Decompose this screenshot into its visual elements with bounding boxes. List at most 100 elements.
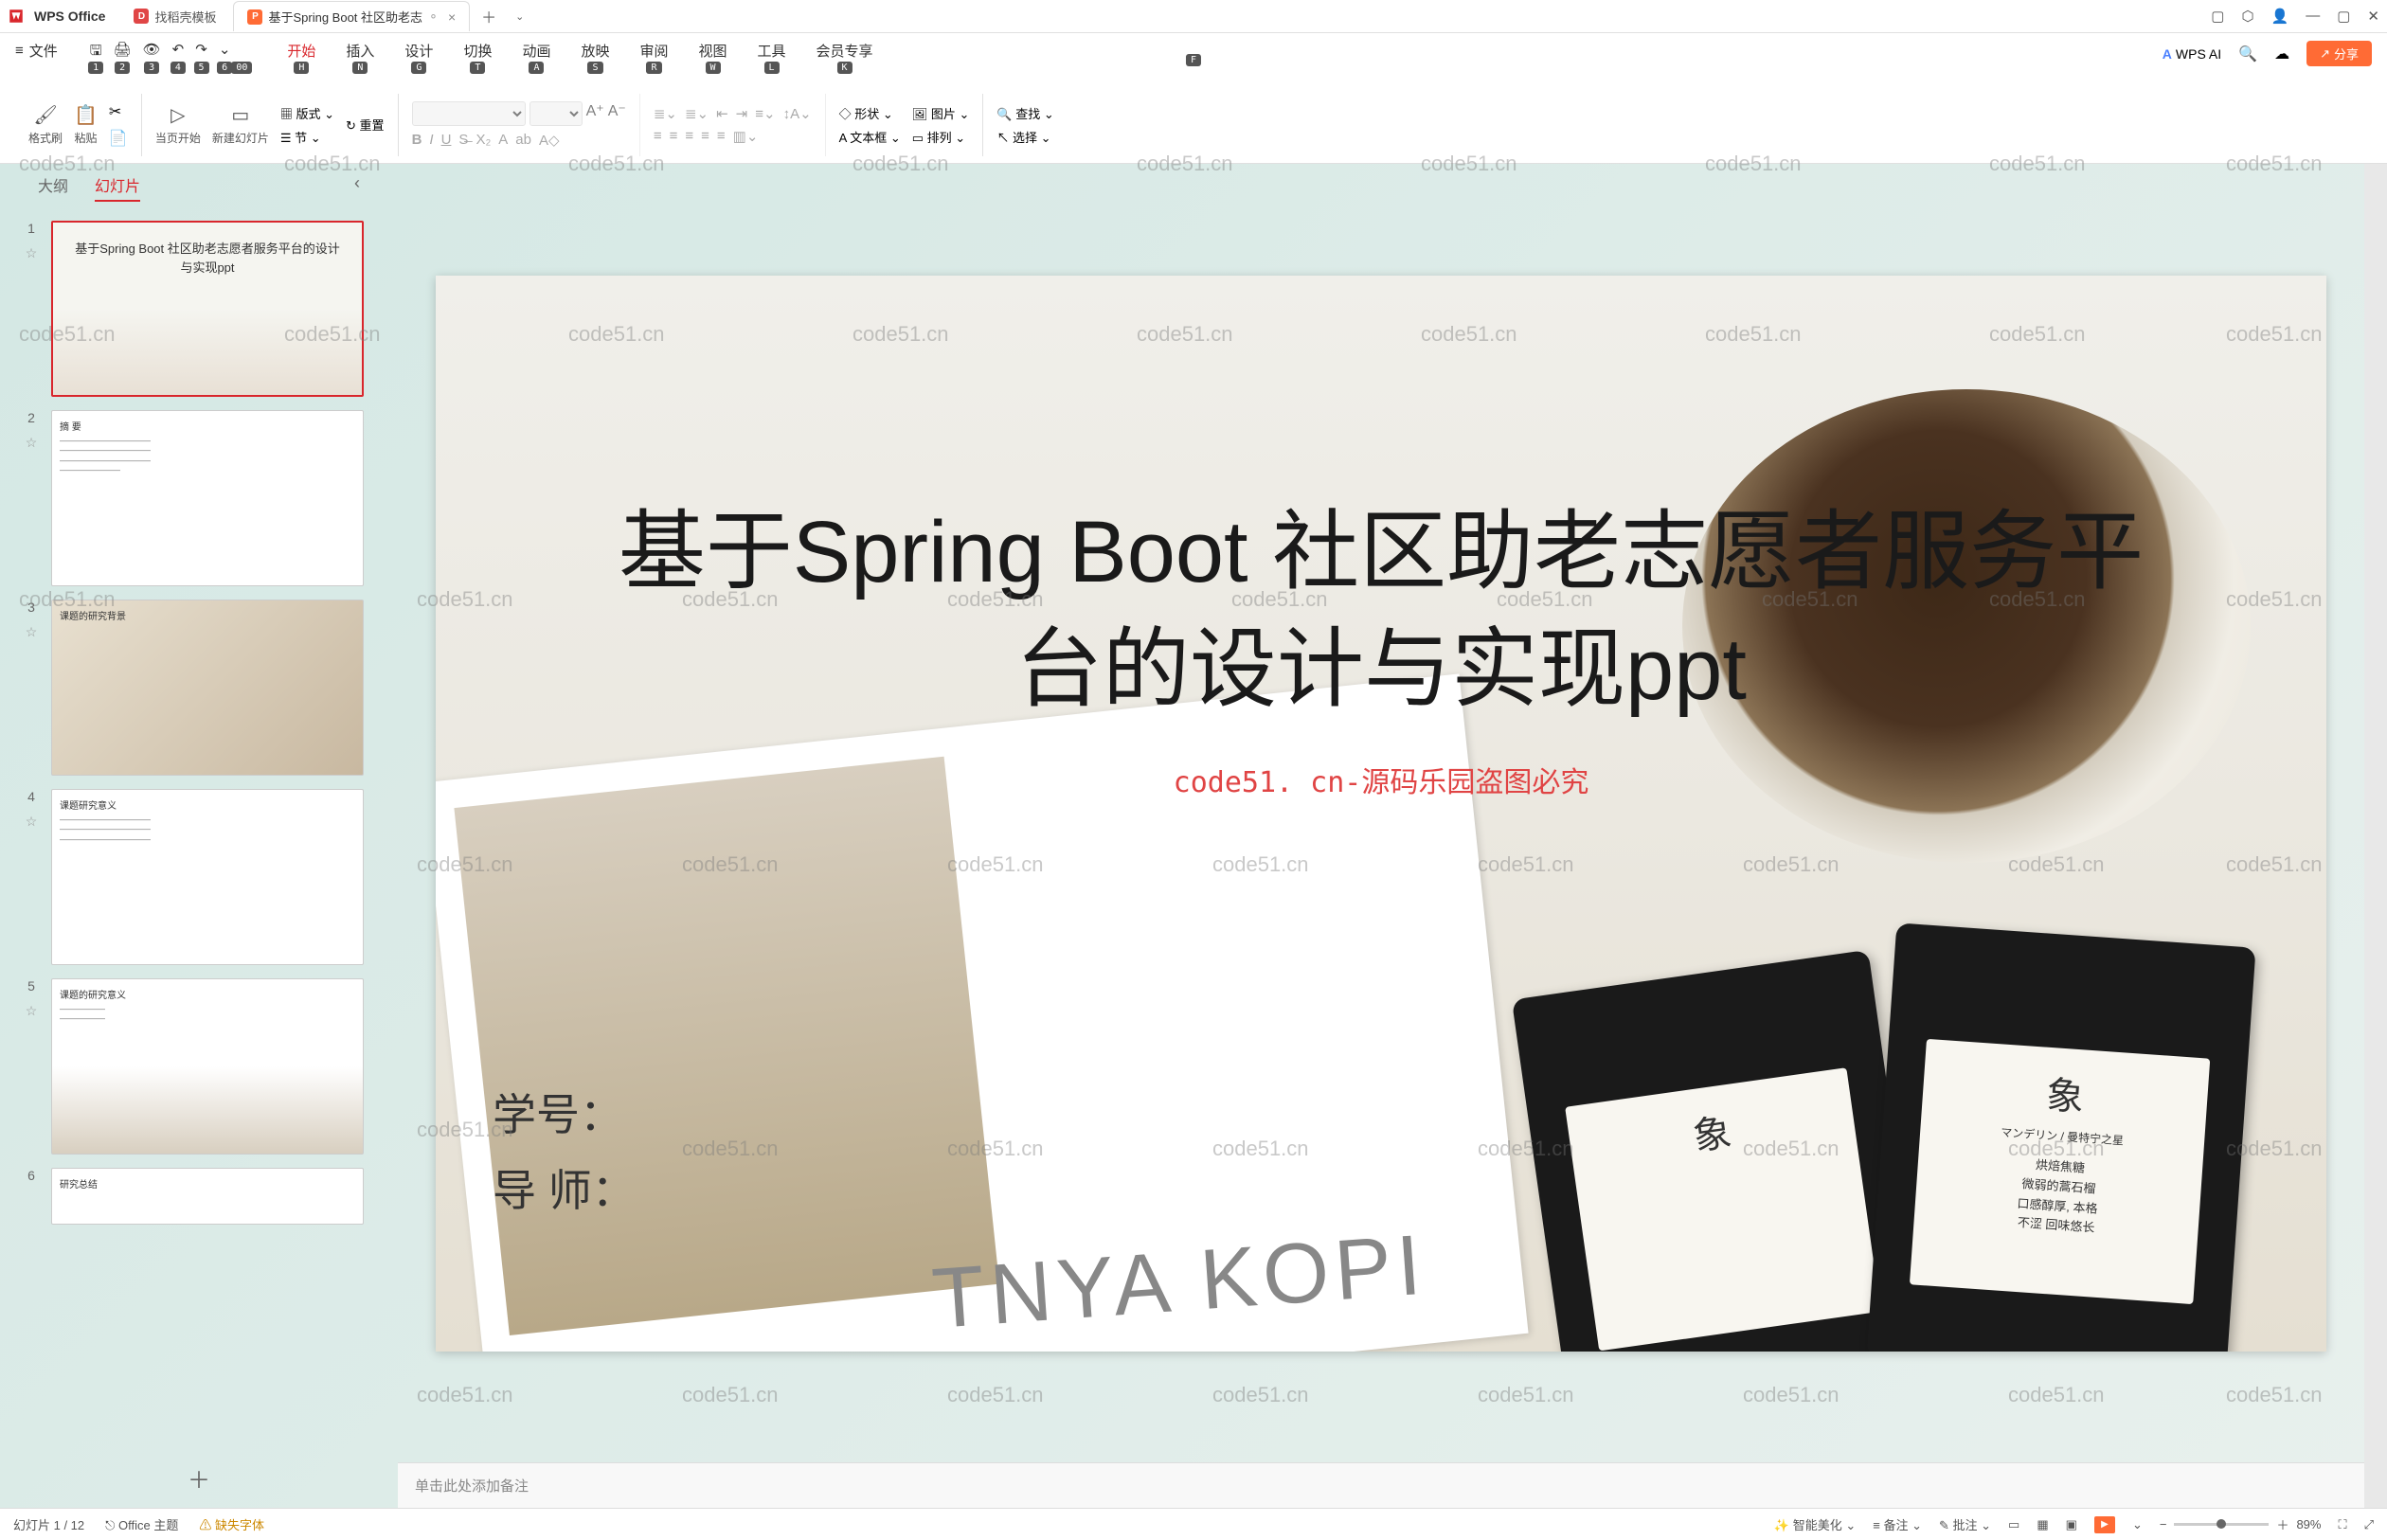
arrange-button[interactable]: ▭ 排列 ⌄ (912, 128, 970, 146)
tab-menu-button[interactable]: ⌄ (508, 7, 531, 27)
slideshow-button[interactable]: ▶ (2094, 1516, 2115, 1533)
font-color-icon[interactable]: A (498, 132, 508, 149)
font-size-select[interactable] (529, 101, 583, 126)
missing-font-warning[interactable]: ⚠ 缺失字体 (199, 1515, 264, 1533)
file-menu[interactable]: ≡ 文件 F (15, 41, 58, 61)
new-slide-button[interactable]: ▭新建幻灯片 (212, 103, 269, 146)
app-grid-icon[interactable]: ▢ (2211, 8, 2224, 25)
star-icon[interactable]: ☆ (26, 435, 38, 451)
beautify-button[interactable]: ✨ 智能美化 ⌄ (1774, 1515, 1856, 1533)
tab-start[interactable]: 开始H (287, 41, 315, 61)
layout-button[interactable]: ▦ 版式 ⌄ (280, 104, 334, 122)
bullets-icon[interactable]: ≣⌄ (654, 105, 677, 122)
align-left-icon[interactable]: ≡ (654, 128, 662, 145)
normal-view-icon[interactable]: ▭ (2008, 1517, 2019, 1532)
find-button[interactable]: 🔍 查找 ⌄ (996, 104, 1053, 122)
select-button[interactable]: ↖ 选择 ⌄ (996, 128, 1053, 146)
tab-animation[interactable]: 动画A (522, 41, 550, 61)
thumbnail-2[interactable]: 摘 要—————————————————————————————————————… (51, 410, 364, 586)
tab-tool[interactable]: 工具L (758, 41, 786, 61)
star-icon[interactable]: ☆ (26, 245, 38, 261)
image-button[interactable]: 🖼 图片 ⌄ (912, 104, 970, 122)
justify-icon[interactable]: ≡ (701, 128, 709, 145)
pin-icon[interactable]: ⚬ (428, 9, 439, 25)
section-button[interactable]: ☰ 节 ⌄ (280, 128, 334, 146)
tab-view[interactable]: 视图W (699, 41, 727, 61)
side-toolbar[interactable] (2364, 164, 2387, 1508)
cut-icon[interactable]: ✂ (109, 102, 128, 121)
collapse-icon[interactable]: ‹ (354, 173, 360, 202)
tab-presentation[interactable]: P 基于Spring Boot 社区助老志 ⚬ × (233, 1, 470, 31)
slide-viewport[interactable]: TNYA KOPI 象 象マンデリン / 曼特宁之星烘焙焦糖 微弱的蒿石榴 口感… (398, 164, 2364, 1462)
qat-undo[interactable]: ↶4 (172, 41, 185, 64)
align-right-icon[interactable]: ≡ (685, 128, 693, 145)
outline-tab[interactable]: 大纲 (38, 173, 68, 202)
thumbnail-6[interactable]: 研究总结 (51, 1168, 364, 1225)
add-tab-button[interactable]: ＋ (474, 1, 504, 31)
strike-icon[interactable]: S̶ (458, 132, 468, 149)
thumbnail-3[interactable]: 课题的研究背景 (51, 600, 364, 776)
tab-transition[interactable]: 切换T (463, 41, 492, 61)
star-icon[interactable]: ☆ (26, 814, 38, 830)
align-center-icon[interactable]: ≡ (670, 128, 678, 145)
qat-print[interactable]: 🖨2 (114, 41, 132, 64)
minimize-icon[interactable]: — (2306, 8, 2320, 25)
sub-icon[interactable]: X₂ (476, 132, 491, 149)
reading-view-icon[interactable]: ▣ (2066, 1517, 2077, 1532)
zoom-slider[interactable] (2174, 1523, 2269, 1526)
slide-canvas[interactable]: TNYA KOPI 象 象マンデリン / 曼特宁之星烘焙焦糖 微弱的蒿石榴 口感… (436, 276, 2326, 1352)
advisor-field[interactable]: 导 师： (493, 1156, 636, 1219)
cloud-icon[interactable]: ☁ (2274, 45, 2289, 63)
underline-icon[interactable]: U (441, 132, 452, 149)
reset-button[interactable]: ↻ 重置 (346, 116, 385, 134)
qat-preview[interactable]: 👁3 (143, 41, 161, 64)
textbox-button[interactable]: A 文本框 ⌄ (839, 128, 901, 146)
tab-design[interactable]: 设计G (404, 41, 433, 61)
fit-icon[interactable]: ⛶ (2338, 1517, 2346, 1532)
tab-show[interactable]: 放映S (581, 41, 609, 61)
star-icon[interactable]: ☆ (26, 1003, 38, 1019)
student-id-field[interactable]: 学号： (493, 1081, 623, 1143)
avatar-icon[interactable]: 👤 (2271, 8, 2289, 25)
paste-button[interactable]: 📋粘贴 (74, 103, 98, 146)
format-painter-button[interactable]: 🖌格式刷 (28, 103, 63, 146)
line-spacing-icon[interactable]: ≡⌄ (755, 105, 775, 122)
slides-tab[interactable]: 幻灯片 (95, 173, 140, 202)
qat-6[interactable]: ⌄6 (219, 41, 231, 64)
expand-icon[interactable]: ⤢ (2364, 1517, 2374, 1532)
zoom-out-icon[interactable]: − (2160, 1517, 2167, 1531)
notes-bar[interactable]: 单击此处添加备注 (398, 1462, 2364, 1508)
clear-format-icon[interactable]: A◇ (539, 132, 560, 149)
comments-toggle[interactable]: ✎ 批注 ⌄ (1939, 1515, 1991, 1533)
notes-toggle[interactable]: ≡ 备注 ⌄ (1873, 1515, 1922, 1533)
add-slide-button[interactable]: ＋ (0, 1448, 398, 1508)
shape-button[interactable]: ◇ 形状 ⌄ (839, 104, 901, 122)
thumbnails-list[interactable]: 1☆ 基于Spring Boot 社区助老志愿者服务平台的设计与实现ppt 2☆… (0, 211, 398, 1448)
cube-icon[interactable]: ⬡ (2241, 8, 2253, 25)
zoom-level[interactable]: 89% (2296, 1517, 2321, 1531)
decrease-font-icon[interactable]: A⁻ (608, 101, 626, 126)
qat-save[interactable]: 🖫1 (90, 41, 102, 64)
slide-title[interactable]: 基于Spring Boot 社区助老志愿者服务平台的设计与实现ppt (576, 493, 2186, 728)
sorter-view-icon[interactable]: ▦ (2037, 1517, 2048, 1532)
thumbnail-4[interactable]: 课题研究意义——————————————————————————————————… (51, 789, 364, 965)
copy-icon[interactable]: 📄 (109, 129, 128, 148)
close-icon[interactable]: × (448, 9, 456, 25)
tab-templates[interactable]: D 找稻壳模板 (120, 2, 229, 31)
highlight-icon[interactable]: ab (515, 132, 531, 149)
tab-insert[interactable]: 插入N (346, 41, 374, 61)
wps-ai-button[interactable]: A WPS AI (2163, 46, 2221, 62)
columns-icon[interactable]: ▥⌄ (733, 128, 759, 145)
tab-member[interactable]: 会员专享K (817, 41, 873, 61)
search-icon[interactable]: 🔍 (2238, 45, 2257, 63)
distribute-icon[interactable]: ≡ (717, 128, 726, 145)
slideshow-menu[interactable]: ⌄ (2132, 1517, 2143, 1532)
theme-indicator[interactable]: ⎋ Office 主题 (105, 1515, 178, 1533)
maximize-icon[interactable]: ▢ (2337, 8, 2350, 25)
close-window-icon[interactable]: ✕ (2367, 8, 2379, 25)
share-button[interactable]: ↗ 分享 (2306, 41, 2372, 66)
indent-left-icon[interactable]: ⇤ (716, 105, 728, 122)
text-direction-icon[interactable]: ↕A⌄ (783, 105, 812, 122)
bold-icon[interactable]: B (412, 132, 422, 149)
thumbnail-5[interactable]: 课题的研究意义———————————— (51, 978, 364, 1155)
